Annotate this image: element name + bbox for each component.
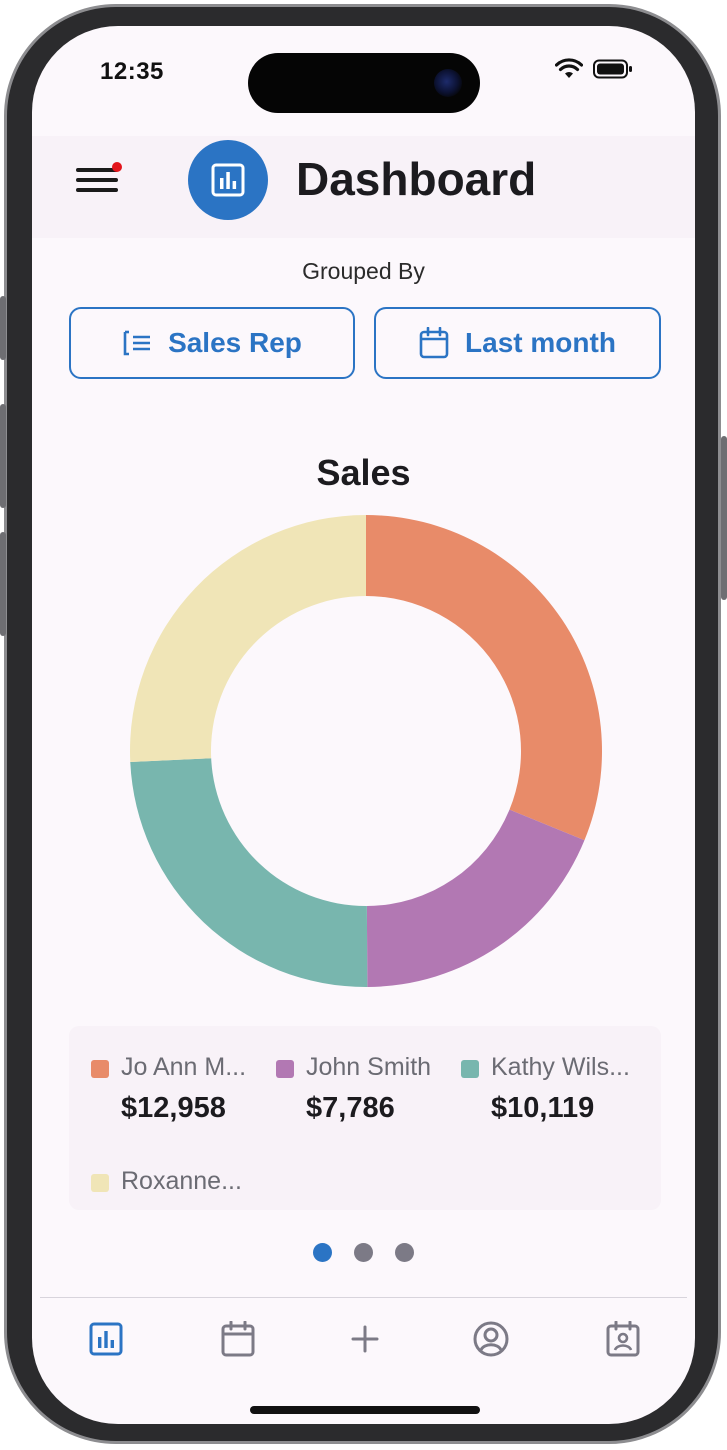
power-button <box>721 436 727 600</box>
page-dot[interactable] <box>395 1243 414 1262</box>
page-dot[interactable] <box>354 1243 373 1262</box>
volume-down-button <box>0 532 6 636</box>
sales-rep-button-label: Sales Rep <box>168 327 302 358</box>
grouped-by-label: Grouped By <box>302 258 425 284</box>
volume-up-button <box>0 404 6 508</box>
legend-swatch <box>91 1174 109 1192</box>
donut-slice[interactable] <box>130 758 368 987</box>
app-logo <box>188 140 268 220</box>
legend-name: Jo Ann M... <box>121 1053 247 1081</box>
calendar-icon <box>221 1321 255 1357</box>
plus-icon <box>351 1325 379 1353</box>
action-button <box>0 296 6 360</box>
legend-value: $12,958 <box>121 1092 226 1124</box>
wifi-icon <box>555 58 583 78</box>
battery-icon <box>593 59 632 79</box>
status-time: 12:35 <box>100 58 164 85</box>
chart-title: Sales <box>316 452 411 493</box>
phone-screen: 12:35 Dashboard Grouped By Sales Rep Las… <box>32 26 695 1424</box>
page-indicator <box>32 1243 695 1262</box>
legend-swatch <box>276 1060 294 1078</box>
sales-donut-chart <box>130 515 602 987</box>
chart-legend: Jo Ann M... $12,958 John Smith $7,786 Kathy … <box>69 1026 661 1210</box>
legend-name: Roxanne... <box>121 1167 242 1195</box>
app-header: Dashboard <box>32 136 695 238</box>
hamburger-menu-icon[interactable] <box>74 158 122 198</box>
donut-slice[interactable] <box>366 809 585 987</box>
home-indicator <box>250 1406 480 1414</box>
page-title: Dashboard <box>296 153 537 205</box>
legend-value: $7,786 <box>306 1092 395 1124</box>
status-icons <box>555 58 633 80</box>
notification-dot <box>112 162 122 172</box>
contact-calendar-icon <box>606 1321 640 1357</box>
bar-chart-icon <box>211 163 245 197</box>
sales-rep-button[interactable]: Sales Rep <box>69 307 355 379</box>
donut-slice[interactable] <box>130 515 366 763</box>
tab-contacts-calendar[interactable] <box>600 1316 646 1362</box>
donut-slice[interactable] <box>366 515 602 841</box>
bar-chart-icon <box>89 1322 123 1356</box>
legend-swatch <box>91 1060 109 1078</box>
legend-value: $10,119 <box>491 1092 595 1124</box>
legend-name: John Smith <box>306 1053 432 1081</box>
tab-dashboard[interactable] <box>83 1316 129 1362</box>
page-dot[interactable] <box>313 1243 332 1262</box>
account-icon <box>473 1321 509 1357</box>
legend-swatch <box>461 1060 479 1078</box>
dynamic-island <box>248 53 480 113</box>
tab-calendar[interactable] <box>215 1316 261 1362</box>
legend-name: Kathy Wils... <box>491 1053 630 1081</box>
calendar-icon <box>419 327 449 359</box>
front-camera <box>434 69 462 97</box>
period-button-label: Last month <box>465 327 616 358</box>
tabbar-divider <box>40 1297 687 1298</box>
tab-account[interactable] <box>468 1316 514 1362</box>
list-icon <box>123 330 151 356</box>
tab-add[interactable] <box>342 1316 388 1362</box>
period-button[interactable]: Last month <box>374 307 661 379</box>
